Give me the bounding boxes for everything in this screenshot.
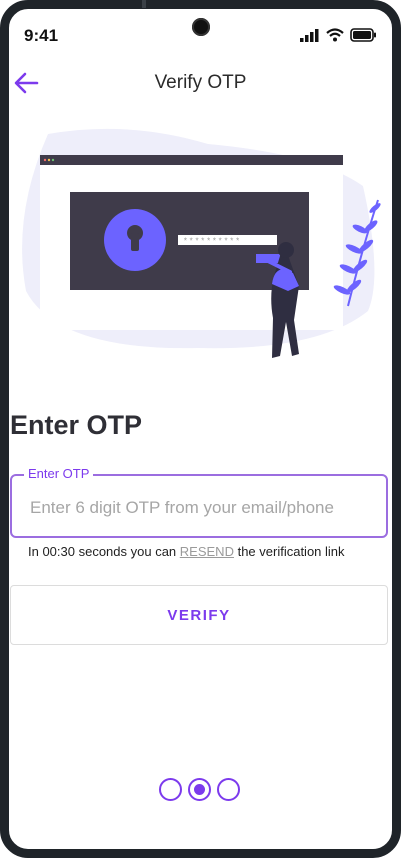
section-heading: Enter OTP [10, 410, 143, 440]
page-title: Verify OTP [154, 72, 247, 93]
resend-link[interactable]: RESEND [180, 544, 234, 559]
helper-prefix: In 00:30 seconds you can [28, 544, 180, 559]
status-time: 9:41 [24, 26, 59, 45]
keyhole-icon [104, 209, 166, 271]
frame-detail [142, 0, 146, 8]
status-icons [300, 28, 377, 42]
otp-field[interactable]: Enter OTP [10, 466, 388, 538]
front-camera [192, 18, 210, 36]
resend-helper-text: In 00:30 seconds you can RESEND the veri… [28, 544, 345, 559]
verify-button[interactable]: VERIFY [10, 585, 388, 645]
step-dot-3[interactable] [217, 778, 240, 801]
step-dot-2[interactable] [188, 778, 211, 801]
otp-field-label: Enter OTP [24, 466, 94, 481]
signal-icon [300, 28, 319, 42]
app-bar: Verify OTP [10, 64, 391, 104]
volume-button [395, 176, 401, 272]
otp-illustration: ********** [22, 128, 381, 358]
svg-text:**********: ********** [183, 238, 241, 247]
battery-icon [350, 28, 376, 42]
step-indicator [159, 778, 240, 801]
helper-suffix: the verification link [233, 544, 345, 559]
step-dot-1[interactable] [159, 778, 182, 801]
wifi-icon [326, 28, 344, 42]
power-button [395, 322, 401, 374]
otp-input[interactable] [28, 494, 382, 522]
status-bar: 9:41 [24, 18, 377, 48]
